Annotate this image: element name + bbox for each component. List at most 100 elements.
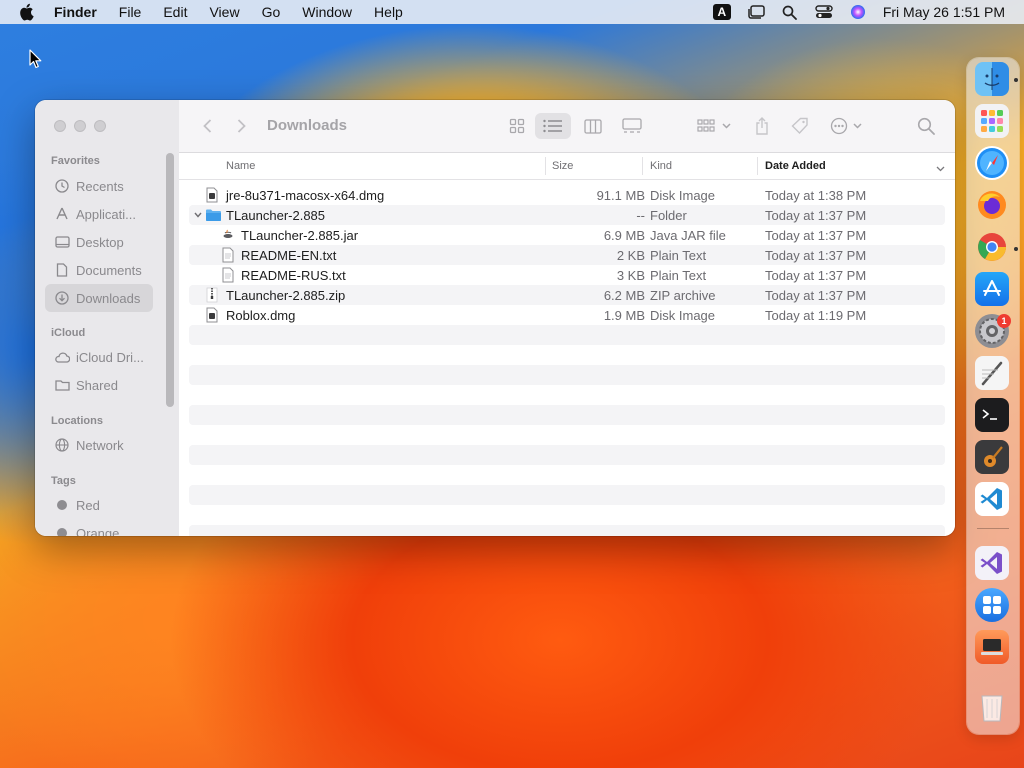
file-row[interactable]: README-EN.txt 2 KB Plain Text Today at 1… [189, 245, 945, 265]
empty-row [189, 505, 945, 525]
folder-row[interactable]: TLauncher-2.885 -- Folder Today at 1:37 … [189, 205, 945, 225]
forward-button[interactable] [233, 115, 249, 137]
finder-icon[interactable] [975, 62, 1009, 96]
file-name: README-EN.txt [241, 248, 337, 263]
empty-row [189, 445, 945, 465]
sidebar-item-recents[interactable]: Recents [45, 172, 153, 200]
column-divider[interactable] [757, 157, 758, 175]
spotlight-search-icon[interactable] [780, 3, 800, 21]
sidebar-item-documents[interactable]: Documents [45, 256, 153, 284]
garageband-icon[interactable] [975, 440, 1009, 474]
desktop-icon [54, 234, 70, 250]
list-view-button[interactable] [535, 113, 571, 139]
tag-button[interactable] [789, 115, 811, 137]
disk-image-icon [206, 307, 218, 323]
file-row[interactable]: README-RUS.txt 3 KB Plain Text Today at … [189, 265, 945, 285]
column-divider[interactable] [642, 157, 643, 175]
trash-icon[interactable] [975, 690, 1009, 724]
clock-icon [54, 178, 70, 194]
stage-manager-icon[interactable] [746, 3, 766, 21]
finder-window: Favorites Recents Applicati... Desktop D… [35, 100, 955, 536]
disclosure-chevron-down-icon[interactable] [193, 210, 203, 220]
share-button[interactable] [751, 115, 773, 137]
group-by-button[interactable] [695, 115, 735, 137]
chrome-icon[interactable] [975, 230, 1009, 264]
gallery-view-button[interactable] [619, 115, 645, 137]
menu-file[interactable]: File [119, 4, 142, 20]
file-kind: Disk Image [650, 188, 716, 203]
sidebar-item-icloud-drive[interactable]: iCloud Dri... [45, 343, 153, 371]
sidebar-item-desktop[interactable]: Desktop [45, 228, 153, 256]
visual-studio-icon[interactable] [975, 546, 1009, 580]
sidebar-item-network[interactable]: Network [45, 431, 153, 459]
file-size: 1.9 MB [603, 308, 645, 323]
shared-folder-icon [54, 377, 70, 393]
sidebar-scrollbar[interactable] [166, 153, 174, 407]
file-date-added: Today at 1:37 PM [765, 228, 867, 243]
sort-chevron-down-icon[interactable] [936, 163, 945, 175]
control-center-icon[interactable] [814, 3, 834, 21]
menu-view[interactable]: View [209, 4, 239, 20]
document-icon [54, 262, 70, 278]
file-name: TLauncher-2.885.jar [241, 228, 359, 243]
empty-row [189, 485, 945, 505]
menu-help[interactable]: Help [374, 4, 403, 20]
column-header-size[interactable]: Size [552, 160, 573, 172]
zoom-window-button[interactable] [94, 120, 106, 132]
file-row[interactable]: TLauncher-2.885.jar 6.9 MB Java JAR file… [189, 225, 945, 245]
sidebar-item-downloads[interactable]: Downloads [45, 284, 153, 312]
back-button[interactable] [199, 115, 215, 137]
menubar-clock[interactable]: Fri May 26 1:51 PM [883, 4, 1005, 20]
terminal-icon[interactable] [975, 398, 1009, 432]
sidebar-item-applications[interactable]: Applicati... [45, 200, 153, 228]
screen-sharing-icon[interactable] [975, 630, 1009, 664]
file-date-added: Today at 1:38 PM [765, 188, 867, 203]
sidebar-item-shared[interactable]: Shared [45, 371, 153, 399]
app-store-icon[interactable] [975, 272, 1009, 306]
running-indicator [1014, 247, 1018, 251]
file-row[interactable]: Roblox.dmg 1.9 MB Disk Image Today at 1:… [189, 305, 945, 325]
file-name: Roblox.dmg [226, 308, 296, 323]
sidebar-item-tag-orange[interactable]: Orange [45, 519, 153, 536]
tag-dot-icon [54, 525, 70, 536]
firefox-icon[interactable] [975, 188, 1009, 222]
input-source-badge: A [712, 4, 731, 20]
launchpad-icon[interactable] [975, 104, 1009, 138]
apple-menu-icon[interactable] [18, 3, 36, 21]
menu-edit[interactable]: Edit [163, 4, 187, 20]
file-row[interactable]: jre-8u371-macosx-x64.dmg 91.1 MB Disk Im… [189, 185, 945, 205]
safari-icon[interactable] [975, 146, 1009, 180]
sidebar-item-label: Orange [76, 525, 120, 537]
app-folder-icon[interactable] [975, 588, 1009, 622]
close-window-button[interactable] [54, 120, 66, 132]
script-editor-icon[interactable] [975, 356, 1009, 390]
file-date-added: Today at 1:37 PM [765, 248, 867, 263]
file-row[interactable]: TLauncher-2.885.zip 6.2 MB ZIP archive T… [189, 285, 945, 305]
sidebar-item-label: Desktop [76, 234, 124, 250]
column-header-name[interactable]: Name [226, 160, 255, 172]
column-header-date-added[interactable]: Date Added [765, 160, 826, 172]
siri-icon[interactable] [848, 3, 868, 21]
gallery-view-icon [622, 118, 642, 133]
vscode-icon[interactable] [975, 482, 1009, 516]
column-view-button[interactable] [581, 115, 605, 137]
menu-window[interactable]: Window [302, 4, 352, 20]
empty-row [189, 365, 945, 385]
column-header-kind[interactable]: Kind [650, 160, 672, 172]
more-actions-button[interactable] [829, 115, 865, 137]
chevron-left-icon [202, 119, 211, 133]
minimize-window-button[interactable] [74, 120, 86, 132]
file-name: TLauncher-2.885 [226, 208, 326, 223]
menu-finder[interactable]: Finder [54, 4, 97, 20]
file-size: -- [636, 208, 645, 223]
file-size: 3 KB [616, 268, 645, 283]
menu-go[interactable]: Go [262, 4, 281, 20]
column-divider[interactable] [545, 157, 546, 175]
sidebar-item-tag-red[interactable]: Red [45, 491, 153, 519]
empty-row [189, 425, 945, 445]
icon-view-button[interactable] [505, 115, 529, 137]
search-button[interactable] [915, 115, 937, 137]
input-source-icon[interactable]: A [712, 3, 732, 21]
folder-icon [206, 209, 221, 221]
sidebar-item-label: Applicati... [76, 206, 136, 222]
